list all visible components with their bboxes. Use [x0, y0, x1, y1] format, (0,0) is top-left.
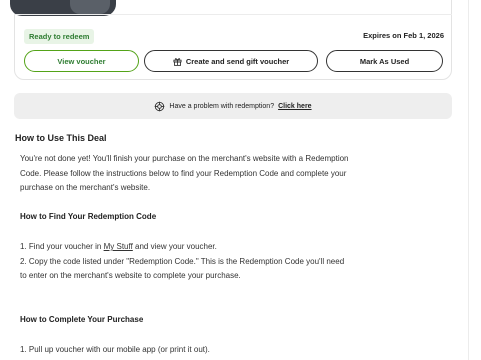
content-border — [468, 0, 469, 360]
deal-instructions-title: How to Use This Deal — [15, 133, 107, 143]
lifebuoy-icon — [154, 101, 165, 112]
complete-purchase-step-1: 1. Pull up voucher with our mobile app (… — [20, 345, 210, 354]
mark-as-used-button[interactable]: Mark As Used — [326, 50, 443, 72]
redemption-help-bar: Have a problem with redemption? Click he… — [14, 93, 452, 119]
view-voucher-label: View voucher — [57, 56, 106, 66]
mark-as-used-label: Mark As Used — [359, 56, 410, 66]
expiry-date: Expires on Feb 1, 2026 — [363, 31, 444, 40]
create-gift-voucher-button[interactable]: Create and send gift voucher — [144, 50, 318, 72]
find-code-heading: How to Find Your Redemption Code — [20, 212, 157, 221]
find-code-step-2: 2. Copy the code listed under "Redemptio… — [20, 256, 345, 281]
my-stuff-link[interactable]: My Stuff — [104, 242, 133, 251]
status-badge: Ready to redeem — [24, 29, 95, 44]
gift-icon — [173, 57, 182, 66]
find-code-step-1-suffix: and view your voucher. — [132, 242, 217, 251]
card-divider — [14, 14, 452, 15]
redemption-help-link[interactable]: Click here — [278, 103, 311, 110]
view-voucher-button[interactable]: View voucher — [24, 50, 139, 72]
complete-purchase-heading: How to Complete Your Purchase — [20, 315, 144, 324]
deal-instructions-intro: You're not done yet! You'll finish your … — [20, 154, 349, 193]
create-gift-voucher-label: Create and send gift voucher — [185, 56, 290, 66]
find-code-step-1-prefix: 1. Find your voucher in — [20, 242, 104, 251]
redemption-help-text: Have a problem with redemption? — [169, 102, 275, 110]
find-code-steps: 1. Find your voucher in My Stuff and vie… — [20, 240, 350, 284]
